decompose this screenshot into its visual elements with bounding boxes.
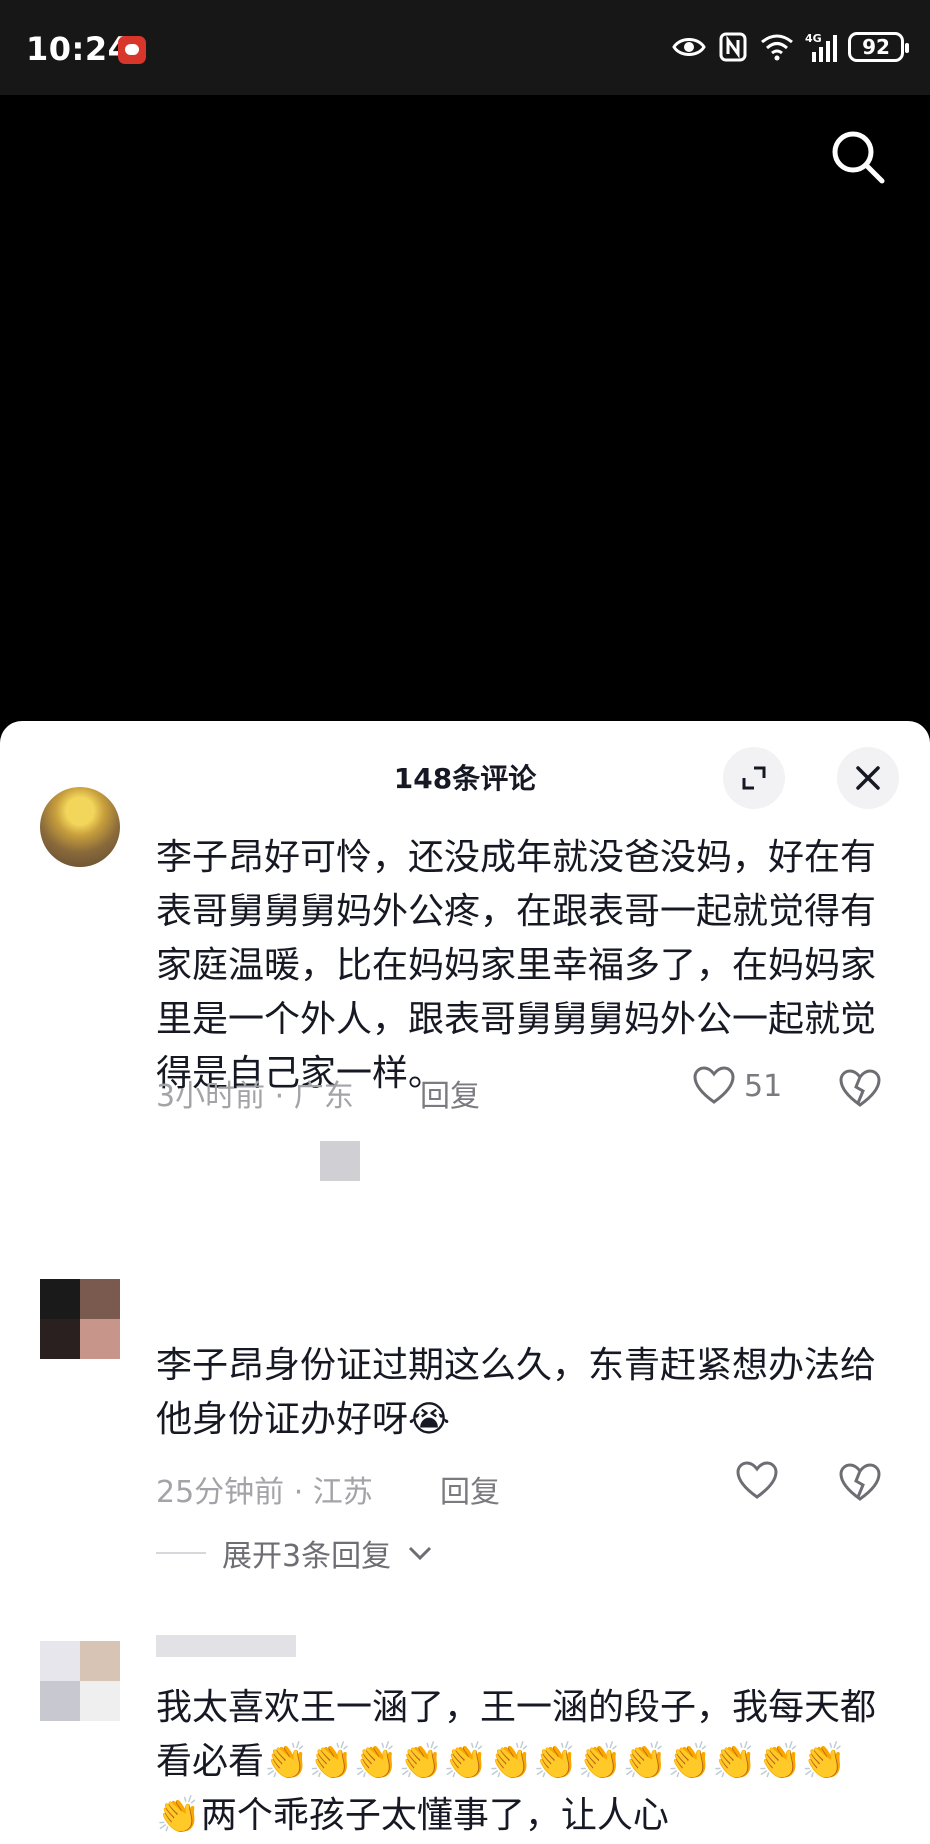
status-icons: 4G 92 bbox=[672, 30, 909, 64]
broken-heart-icon[interactable] bbox=[838, 1069, 882, 1109]
signal-4g-icon: 4G bbox=[805, 32, 837, 62]
app-notification-icon bbox=[118, 36, 146, 64]
heart-icon bbox=[736, 1461, 778, 1499]
nfc-icon bbox=[719, 32, 747, 62]
close-icon bbox=[856, 766, 880, 790]
comment-text[interactable]: 李子昂好可怜，还没成年就没爸没妈，好在有表哥舅舅舅妈外公疼，在跟表哥一起就觉得有… bbox=[156, 831, 876, 1101]
search-icon[interactable] bbox=[826, 125, 890, 189]
expand-button[interactable] bbox=[723, 747, 785, 809]
reply-button[interactable]: 回复 bbox=[440, 1467, 500, 1511]
comment-count-title: 148条评论 bbox=[393, 762, 537, 795]
reply-button[interactable]: 回复 bbox=[420, 1071, 480, 1115]
blurred-content bbox=[320, 1141, 360, 1181]
divider bbox=[156, 1552, 206, 1554]
like-count: 51 bbox=[744, 1068, 783, 1104]
comment-meta: 3小时前 · 广东 bbox=[156, 1079, 354, 1114]
status-time: 10:24 bbox=[26, 30, 131, 68]
status-bar: 10:24 4G 92 bbox=[0, 0, 930, 95]
expand-replies-label: 展开3条回复 bbox=[222, 1539, 392, 1574]
heart-icon bbox=[693, 1066, 735, 1104]
video-area[interactable] bbox=[0, 95, 930, 721]
comment-text[interactable]: 李子昂身份证过期这么久，东青赶紧想办法给他身份证办好呀😭 bbox=[156, 1339, 876, 1447]
close-button[interactable] bbox=[837, 747, 899, 809]
expand-replies-button[interactable]: 展开3条回复 bbox=[156, 1531, 433, 1575]
comments-sheet: 148条评论 李子昂好可怜，还没成年就没爸没妈，好在有表哥舅舅舅妈外公疼，在跟表… bbox=[0, 721, 930, 1844]
comment-text[interactable]: 我太喜欢王一涵了，王一涵的段子，我每天都看必看👏👏👏👏👏👏👏👏👏👏👏👏👏👏两个乖… bbox=[156, 1681, 876, 1844]
chevron-down-icon bbox=[409, 1546, 432, 1561]
broken-heart-icon[interactable] bbox=[838, 1463, 882, 1503]
comment-meta: 25分钟前 · 江苏 bbox=[156, 1475, 373, 1510]
wifi-icon bbox=[761, 34, 793, 61]
like-button[interactable]: 51 bbox=[692, 1066, 782, 1106]
avatar[interactable] bbox=[40, 1279, 120, 1359]
battery-level: 92 bbox=[862, 35, 890, 59]
svg-text:4G: 4G bbox=[805, 32, 822, 45]
battery-icon: 92 bbox=[848, 32, 909, 62]
avatar[interactable] bbox=[40, 1641, 120, 1721]
expand-icon bbox=[742, 766, 766, 790]
blurred-username bbox=[156, 1635, 296, 1657]
like-button[interactable] bbox=[735, 1461, 779, 1501]
avatar[interactable] bbox=[40, 787, 120, 867]
eye-icon bbox=[672, 38, 706, 56]
